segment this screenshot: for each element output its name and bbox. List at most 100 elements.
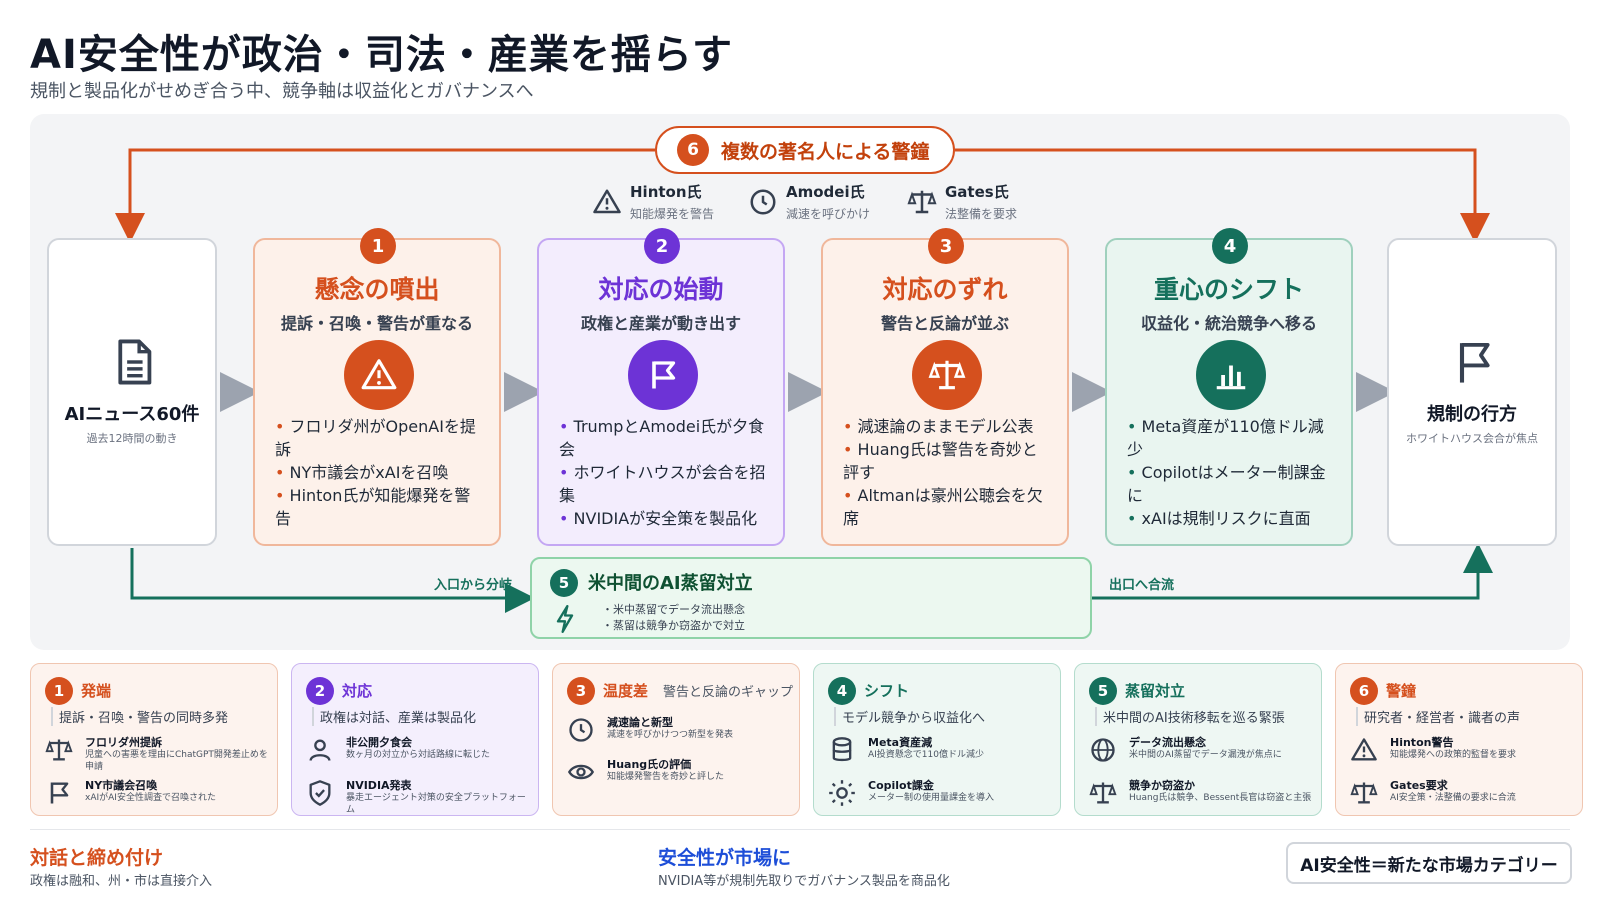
scales-icon — [928, 360, 966, 390]
person-amodei: Amodei氏減速を呼びかけ — [748, 181, 870, 222]
stage-item: Meta資産が110億ドル減少 — [1127, 415, 1337, 461]
card-title: シフト — [864, 682, 910, 700]
stage-item: Hinton氏が知能爆発を警告 — [275, 484, 485, 530]
lightning-icon — [556, 605, 574, 633]
document-icon — [118, 339, 152, 385]
stage-sub: 収益化・統治競争へ移る — [1140, 314, 1317, 333]
outcome-sub: ホワイトハウス会合が焦点 — [1406, 432, 1538, 445]
card-item: Meta資産減 AI投資懸念で110億ドル減少 — [828, 734, 1052, 778]
card-item: 減速論と新型 減速を呼びかけつつ新型を発表 — [567, 714, 791, 758]
news-input-box: AIニュース60件 過去12時間の動き — [47, 238, 217, 546]
person-gates: Gates氏法整備を要求 — [907, 181, 1017, 222]
scales-icon — [907, 190, 937, 214]
stage-item: xAIは規制リスクに直面 — [1127, 507, 1337, 530]
stage-icon-circle — [628, 340, 698, 410]
warning-icon — [1351, 738, 1377, 761]
stage-item: NY市議会がxAIを召喚 — [275, 461, 485, 484]
card-number: 4 — [828, 677, 856, 705]
card-item: Copilot課金 メーター制の使用量課金を導入 — [828, 777, 1052, 821]
card-item: フロリダ州提訴 児童への害悪を理由にChatGPT開発差止めを申請 — [45, 734, 269, 778]
stage-title: 対応のずれ — [882, 275, 1008, 304]
stage-number: 2 — [644, 228, 680, 264]
stage-item: Huang氏は警告を奇妙と評す — [843, 438, 1053, 484]
stage-number: 4 — [1212, 228, 1248, 264]
card-item: NVIDIA発表 暴走エージェント対策の安全プラットフォーム — [306, 777, 530, 821]
card-sub: 政権は対話、産業は製品化 — [312, 707, 476, 726]
card-sub: 米中間のAI技術移転を巡る緊張 — [1095, 707, 1285, 726]
warning-icon — [593, 189, 621, 214]
page-subtitle: 規制と製品化がせめぎ合う中、競争軸は収益化とガバナンスへ — [30, 81, 534, 102]
stage-number: 3 — [928, 228, 964, 264]
stage-sub: 提訴・召喚・警告が重なる — [280, 314, 473, 333]
stage-item: 減速論のままモデル公表 — [843, 415, 1053, 438]
stage-icon-circle — [1196, 340, 1266, 410]
scales-icon — [1350, 782, 1378, 804]
stage-4: 4 重心のシフト 収益化・統治競争へ移る Meta資産が110億ドル減少 Cop… — [1105, 228, 1353, 546]
flag-icon — [1459, 342, 1490, 383]
stage-title: 対応の始動 — [598, 275, 724, 304]
card-number: 5 — [1089, 677, 1117, 705]
person-name: Hinton氏 — [630, 183, 702, 201]
summary-card-1: 1 発端 提訴・召喚・警告の同時多発 フロリダ州提訴 児童への害悪を理由にCha… — [30, 663, 278, 816]
distill-title: 米中間のAI蒸留対立 — [588, 573, 753, 594]
footer-left-title: 対話と締め付け — [30, 847, 164, 869]
card-title: 警鐘 — [1386, 682, 1417, 700]
warning-icon — [361, 359, 397, 390]
flag-icon — [652, 361, 676, 389]
stage-item: Altmanは豪州公聴会を欠席 — [843, 484, 1053, 530]
distill-conflict-box: 5 米中間のAI蒸留対立 ・米中蒸留でデータ流出懸念 ・蒸留は競争か窃盗かで対立 — [530, 557, 1092, 639]
card-item: Hinton警告 知能爆発への政策的監督を要求 — [1350, 734, 1574, 778]
stage-item: NVIDIAが安全策を製品化 — [559, 507, 769, 530]
footer-left-sub: 政権は融和、州・市は直接介入 — [30, 874, 213, 889]
stage-title: 重心のシフト — [1153, 275, 1304, 304]
summary-card-3: 3 温度差 警告と反論のギャップ 減速論と新型 減速を呼びかけつつ新型を発表 H… — [552, 663, 800, 816]
summary-card-4: 4 シフト モデル競争から収益化へ Meta資産減 AI投資懸念で110億ドル減… — [813, 663, 1061, 816]
card-sub: モデル競争から収益化へ — [834, 707, 985, 726]
globe-icon — [1091, 738, 1115, 762]
distill-number: 5 — [550, 569, 578, 597]
bar-chart-icon — [1216, 365, 1246, 390]
card-number: 1 — [45, 677, 73, 705]
card-sub: 研究者・経営者・識者の声 — [1356, 707, 1520, 726]
page-title: AI安全性が政治・司法・産業を揺らす — [30, 32, 734, 78]
person-desc: 知能爆発を警告 — [630, 207, 715, 221]
clock-icon — [750, 189, 776, 215]
card-item: Huang氏の評価 知能爆発警告を奇妙と評した — [567, 756, 791, 800]
shield-icon — [309, 780, 331, 806]
distill-line: ・米中蒸留でデータ流出懸念 — [602, 603, 745, 616]
card-item: Gates要求 AI安全策・法整備の要求に合流 — [1350, 777, 1574, 821]
person-name: Amodei氏 — [786, 183, 865, 201]
person-desc: 法整備を要求 — [945, 207, 1018, 221]
stage-sub: 政権と産業が動き出す — [580, 314, 741, 333]
footer-mid-title: 安全性が市場に — [658, 847, 792, 869]
merge-label: 出口へ合流 — [1109, 578, 1175, 593]
card-sub: 提訴・召喚・警告の同時多発 — [51, 707, 228, 726]
person-desc: 減速を呼びかけ — [786, 207, 871, 221]
summary-card-6: 6 警鐘 研究者・経営者・識者の声 Hinton警告 知能爆発への政策的監督を要… — [1335, 663, 1583, 816]
stage-title: 懸念の噴出 — [314, 275, 440, 304]
card-title: 発端 — [81, 682, 112, 700]
distill-line: ・蒸留は競争か窃盗かで対立 — [602, 619, 745, 632]
scales-icon — [1089, 782, 1117, 804]
stage-number: 1 — [360, 228, 396, 264]
card-title: 蒸留対立 — [1125, 682, 1186, 700]
card-number: 3 — [567, 677, 595, 705]
card-title: 温度差 — [603, 682, 649, 700]
stage-icon-circle — [344, 340, 414, 410]
warning-pill: 6 複数の著名人による警鐘 — [655, 126, 955, 174]
card-item: 競争か窃盗か Huang氏は競争、Bessent長官は窃盗と主張 — [1089, 777, 1313, 821]
eye-icon — [567, 764, 595, 780]
summary-card-2: 2 対応 政権は対話、産業は製品化 非公開夕食会 数ヶ月の対立から対話路線に転じ… — [291, 663, 539, 816]
person-name: Gates氏 — [945, 183, 1009, 201]
news-title: AIニュース60件 — [64, 404, 200, 425]
outcome-title: 規制の行方 — [1427, 404, 1517, 425]
footer-conclusion-box: AI安全性＝新たな市場カテゴリー — [1286, 842, 1572, 884]
card-title: 対応 — [342, 682, 373, 700]
card-number: 6 — [1350, 677, 1378, 705]
warning-number: 6 — [677, 134, 709, 166]
clock-icon — [569, 718, 593, 742]
stage-2: 2 対応の始動 政権と産業が動き出す TrumpとAmodei氏が夕食会 ホワイ… — [537, 228, 785, 546]
scales-icon — [45, 739, 73, 761]
footer-mid-sub: NVIDIA等が規制先取りでガバナンス製品を商品化 — [658, 874, 950, 889]
person-icon — [309, 739, 331, 761]
